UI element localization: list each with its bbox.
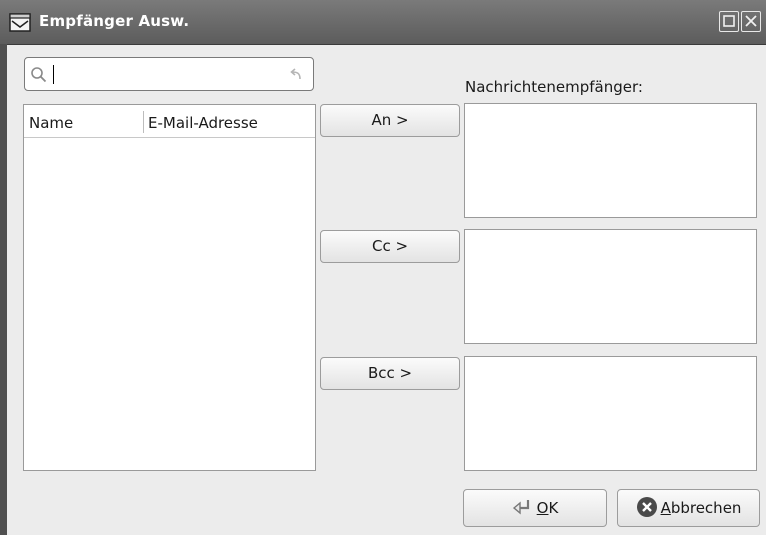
column-header-name[interactable]: Name <box>29 114 73 132</box>
contacts-list-header: Name E-Mail-Adresse <box>24 105 315 138</box>
ok-mnemonic: O <box>536 499 549 517</box>
recipients-label: Nachrichtenempfänger: <box>465 78 643 96</box>
maximize-icon <box>723 15 735 27</box>
window-frame <box>0 44 7 535</box>
ok-button[interactable]: OK <box>463 489 607 527</box>
cc-recipients-list[interactable] <box>464 229 757 344</box>
text-cursor <box>53 65 54 84</box>
contacts-list[interactable]: Name E-Mail-Adresse <box>23 104 316 471</box>
column-divider[interactable] <box>143 111 144 133</box>
maximize-button[interactable] <box>719 11 739 32</box>
add-cc-button[interactable]: Cc > <box>320 230 460 263</box>
close-icon <box>745 15 757 27</box>
ok-label: K <box>548 499 559 517</box>
search-field[interactable] <box>24 57 314 91</box>
cancel-mnemonic: A <box>660 499 671 517</box>
recipient-dialog: Empfänger Ausw. Name E-Mail-Adresse An >… <box>0 0 766 535</box>
enter-icon <box>512 500 529 515</box>
search-input[interactable] <box>55 62 279 88</box>
to-recipients-list[interactable] <box>464 103 757 218</box>
close-button[interactable] <box>741 11 761 32</box>
column-header-email[interactable]: E-Mail-Adresse <box>148 114 258 132</box>
add-to-button[interactable]: An > <box>320 104 460 137</box>
cancel-icon <box>636 497 657 517</box>
cancel-label: bbrechen <box>670 499 742 517</box>
window-title: Empfänger Ausw. <box>39 12 190 30</box>
envelope-icon <box>9 13 31 32</box>
cancel-button[interactable]: Abbrechen <box>617 489 760 527</box>
clear-search-icon[interactable] <box>287 67 303 81</box>
bcc-recipients-list[interactable] <box>464 356 757 471</box>
title-bar[interactable]: Empfänger Ausw. <box>0 0 766 45</box>
search-icon <box>31 67 47 83</box>
add-bcc-button[interactable]: Bcc > <box>320 357 460 390</box>
